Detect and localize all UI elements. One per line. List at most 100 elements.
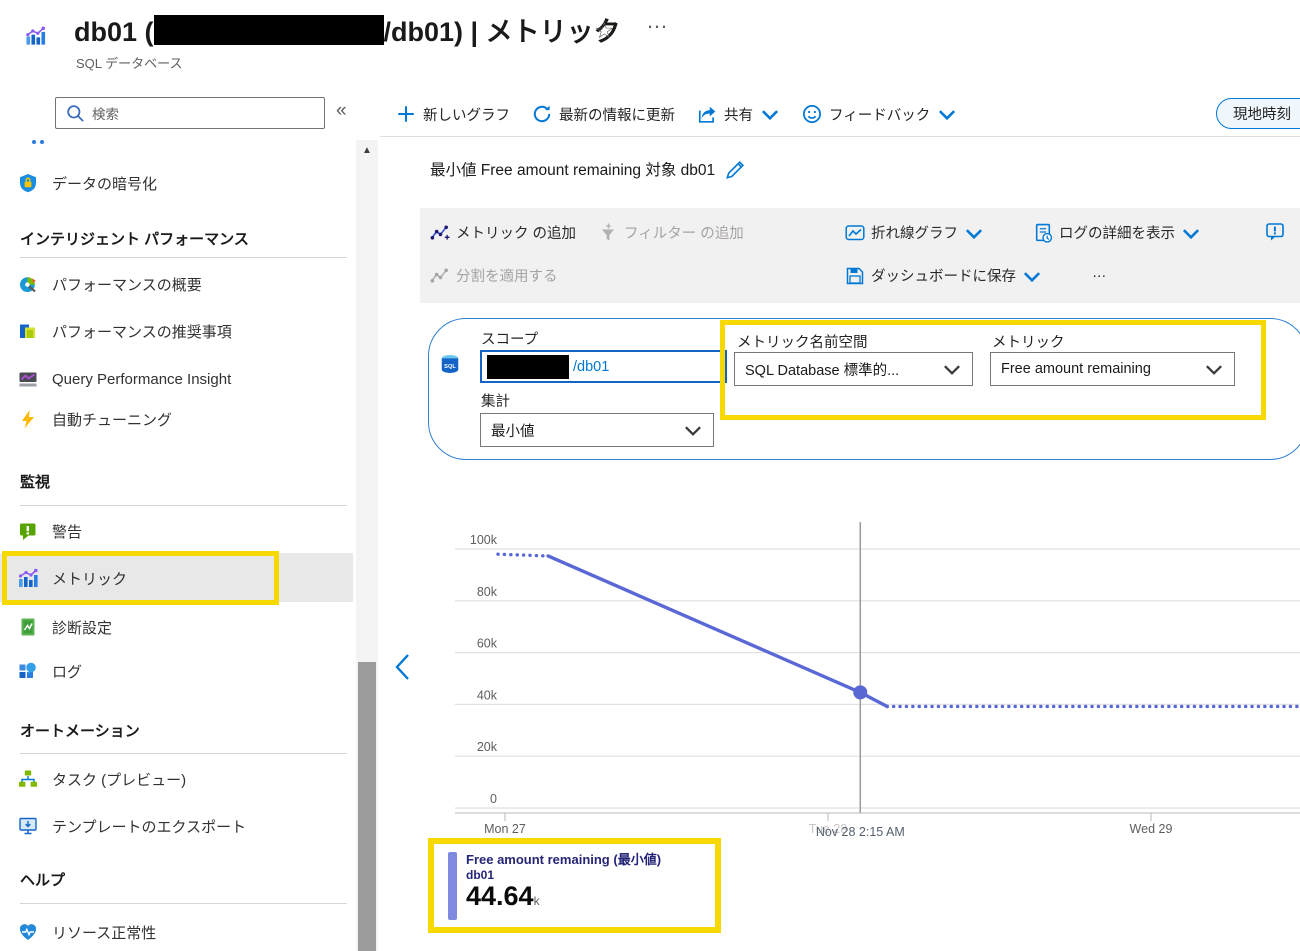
selected-data-point[interactable] [853,685,867,699]
tasks-icon [18,769,38,789]
more-menu-icon[interactable]: … [646,8,670,34]
metric-dropdown[interactable]: Free amount remaining [990,352,1235,386]
performance-recommendations-icon [18,321,38,341]
sidebar-section-header: オートメーション [20,720,140,741]
chevron-down-icon [937,104,957,124]
charttool-line-chart-button[interactable]: 折れ線グラフ [845,222,984,243]
scope-input[interactable]: /db01 [480,350,727,383]
commandbar-refresh-button[interactable]: 最新の情報に更新 [532,104,675,125]
chevron-down-icon [1022,266,1042,286]
sidebar-item-query-performance-insight[interactable]: Query Performance Insight [18,366,344,392]
log-details-icon [1033,223,1053,243]
sql-database-icon: SQL [440,354,460,374]
charttool-add-metric-button[interactable]: メトリック の追加 [430,222,576,243]
sidebar-scrollbar-thumb[interactable] [358,662,376,951]
legend-resource-name: db01 [466,868,661,882]
charttool-split-button: 分割を適用する [430,265,558,286]
sidebar-item-diagnostic-settings[interactable]: 診断設定 [18,614,344,640]
scope-label: スコープ [481,328,538,349]
sidebar-item-label: ログ [52,661,82,682]
search-icon [65,103,85,123]
namespace-dropdown[interactable]: SQL Database 標準的... [734,352,973,386]
sidebar-item-encryption[interactable]: データの暗号化 [18,170,344,196]
resource-health-icon [18,922,38,942]
commandbar-share-button[interactable]: 共有 [697,104,780,125]
sidebar-item-label: データの暗号化 [52,173,157,194]
commandbar-label: 新しいグラフ [423,104,510,125]
y-axis-tick-label: 100k [470,533,498,547]
aggregation-dropdown[interactable]: 最小値 [480,413,714,447]
charttool-log-details-button[interactable]: ログの詳細を表示 [1033,222,1201,243]
charttool-more-button[interactable]: … [1092,265,1107,281]
highlight-box-metrics-item [2,551,279,605]
sidebar-item-performance-overview[interactable]: パフォーマンスの概要 [18,271,344,297]
sidebar-item-label: Query Performance Insight [52,371,231,388]
scrollbar-up-icon[interactable]: ▲ [356,140,378,162]
smiley-icon [802,104,822,124]
chevron-down-icon [1181,223,1201,243]
metric-label: メトリック [992,331,1065,352]
divider [20,903,347,904]
hover-time-label: Nov 28 2:15 AM [816,825,905,839]
sidebar-item-label: 警告 [52,521,82,542]
chevron-down-icon [1204,359,1224,379]
add-filter-icon [598,223,618,243]
charttool-label: ダッシュボードに保存 [871,265,1016,286]
chevron-down-icon [964,223,984,243]
line-chart-icon [845,223,865,243]
azure-metrics-page: db01 (/db01) | メトリック ☆ … SQL データベース 検索 «… [0,0,1300,951]
search-input[interactable]: 検索 [55,97,325,129]
y-axis-tick-label: 0 [490,792,497,806]
sidebar-item-label: パフォーマンスの概要 [52,274,202,295]
encryption-icon [18,173,38,193]
charttool-label: 折れ線グラフ [871,222,958,243]
sidebar-section-header: インテリジェント パフォーマンス [20,228,249,249]
commandbar-smiley-button[interactable]: フィードバック [802,104,957,125]
metrics-line-chart[interactable]: 100k80k60k40k20k0Mon 27Tue 28Wed 29Nov 2… [420,500,1300,845]
sidebar-item-alerts[interactable]: 警告 [18,518,344,544]
legend-item[interactable]: Free amount remaining (最小値) db01 44.64k [448,852,661,920]
diagnostic-settings-icon [18,617,38,637]
alerts-icon [18,521,38,541]
commandbar-label: 共有 [724,104,753,125]
series-line-dotted [498,554,548,556]
sidebar-collapse-icon[interactable]: « [336,100,347,122]
chevron-down-icon [942,359,962,379]
charttool-save-button[interactable]: ダッシュボードに保存 [845,265,1042,286]
sidebar-item-performance-recommendations[interactable]: パフォーマンスの推奨事項 [18,318,344,344]
sidebar-item-logs[interactable]: ログ [18,658,344,684]
legend-value: 44.64k [466,882,661,910]
search-placeholder: 検索 [92,103,119,123]
charttool-feedback-box-button[interactable] [1265,222,1285,242]
plus-icon [396,104,416,124]
refresh-icon [532,104,552,124]
commandbar-label: フィードバック [829,104,930,125]
chevron-down-icon [760,104,780,124]
commandbar-label: 最新の情報に更新 [559,104,675,125]
chart-panel-collapse-icon[interactable] [390,650,416,684]
favorite-star-icon[interactable]: ☆ [594,17,615,44]
commandbar-plus-button[interactable]: 新しいグラフ [396,104,510,125]
command-bar: 新しいグラフ 最新の情報に更新 共有 フィードバック [396,97,957,131]
sidebar-item-auto-tuning[interactable]: 自動チューニング [18,406,344,432]
sidebar-item-export-template[interactable]: テンプレートのエクスポート [18,813,344,839]
aggregation-label: 集計 [481,390,510,411]
metrics-page-icon [12,12,60,60]
charttool-label: ログの詳細を表示 [1059,222,1175,243]
charttool-add-filter-button: フィルター の追加 [598,222,744,243]
edit-pencil-icon[interactable] [725,159,745,179]
time-range-pill[interactable]: 現地時刻 [1216,98,1300,129]
sidebar-item-label: パフォーマンスの推奨事項 [52,321,232,342]
legend-highlight-box: Free amount remaining (最小値) db01 44.64k [428,838,721,933]
split-icon [430,266,450,286]
series-line-solid [548,556,860,692]
divider [20,753,347,754]
y-axis-tick-label: 20k [477,740,498,754]
sidebar-item-tasks[interactable]: タスク (プレビュー) [18,766,344,792]
svg-text:SQL: SQL [444,364,456,370]
divider [380,136,1300,137]
sidebar-item-resource-health[interactable]: リソース正常性 [18,919,344,945]
y-axis-tick-label: 60k [477,637,498,651]
share-icon [697,104,717,124]
chevron-down-icon [683,420,703,440]
